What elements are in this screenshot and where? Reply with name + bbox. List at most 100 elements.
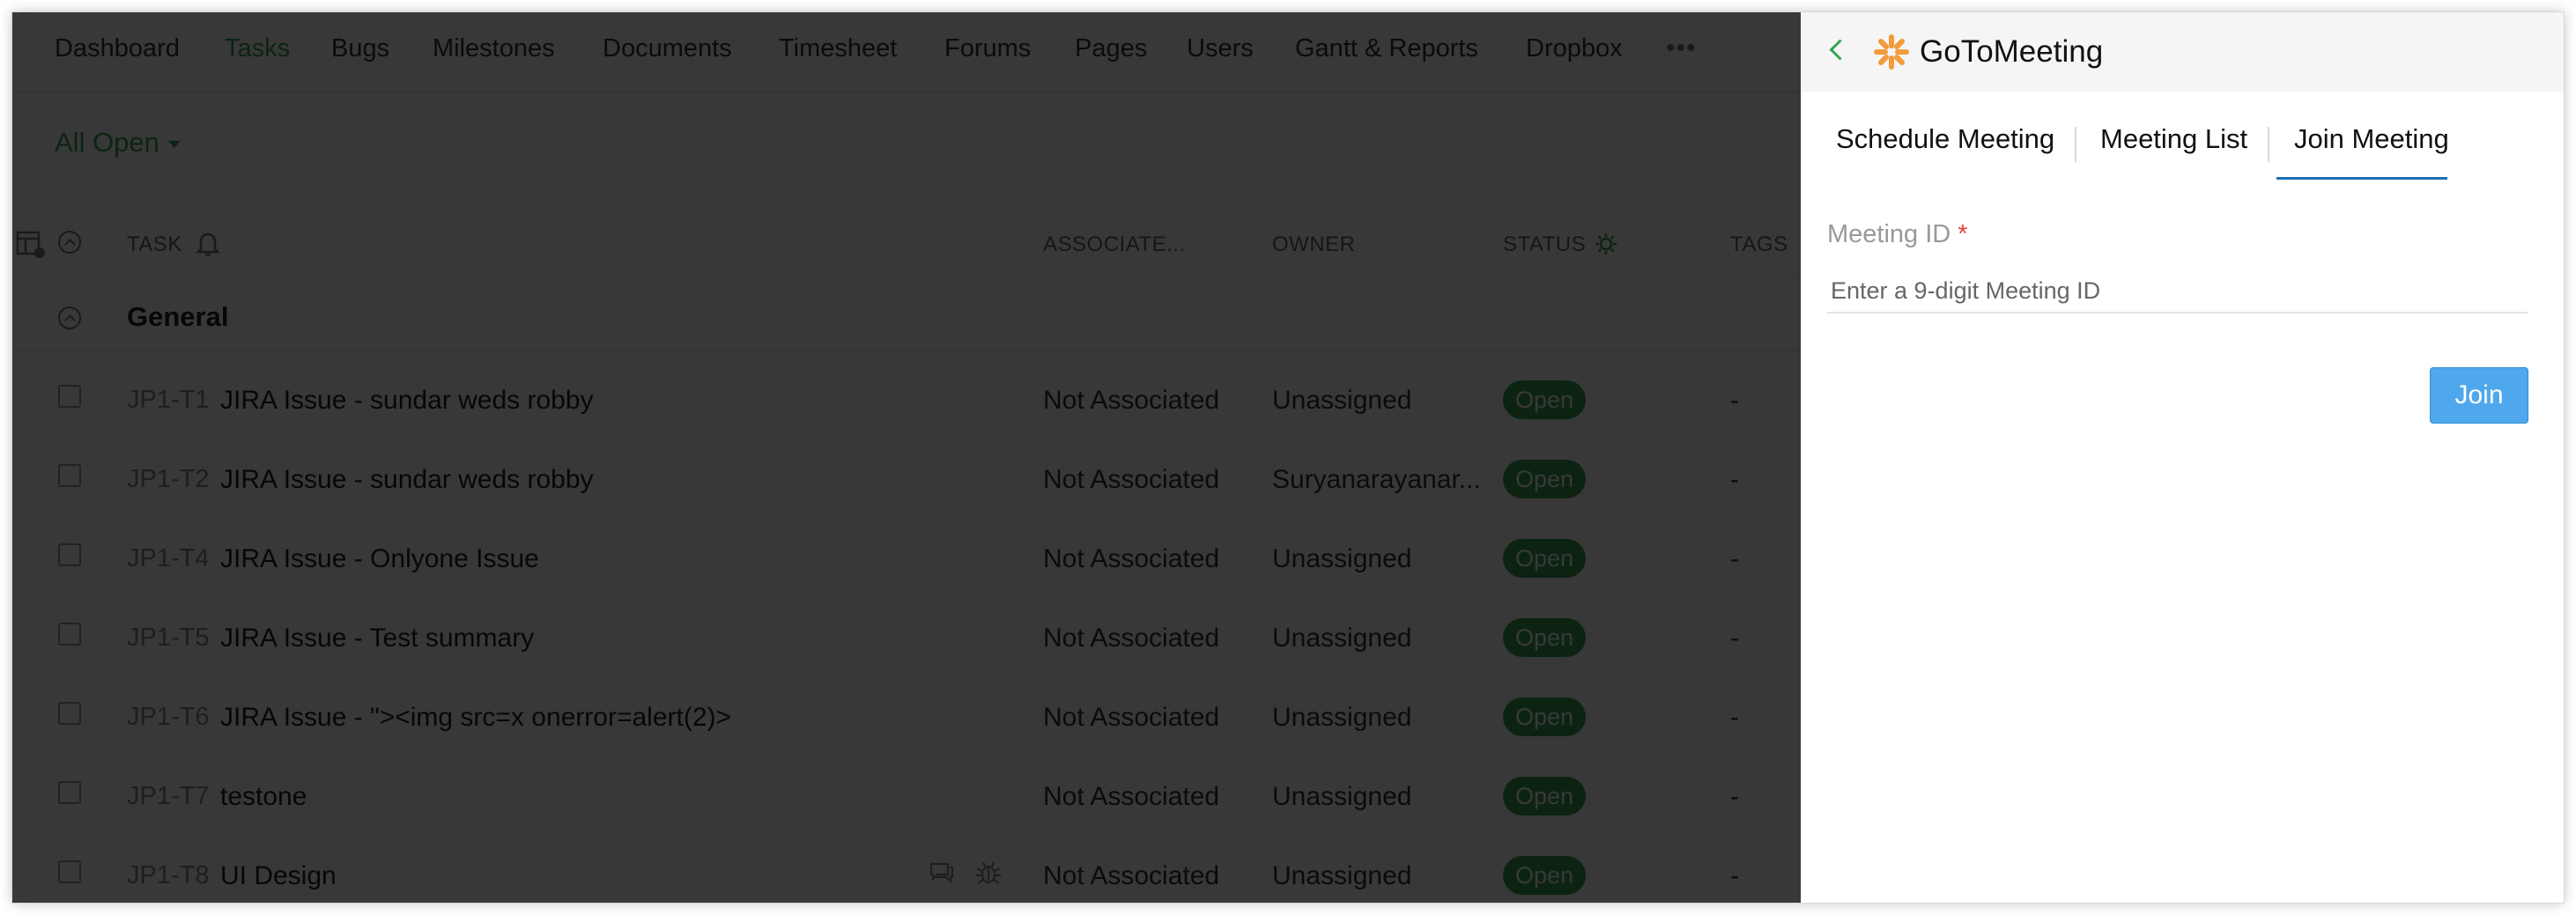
task-name[interactable]: JIRA Issue - "><img src=x onerror=alert(… xyxy=(220,703,731,733)
status-badge[interactable]: Open xyxy=(1503,539,1587,578)
collapse-group-icon[interactable] xyxy=(58,306,81,329)
table-row[interactable]: JP1-T4 JIRA Issue - Onlyone Issue Not As… xyxy=(12,517,1801,597)
task-owner[interactable]: Unassigned xyxy=(1272,703,1411,733)
top-navigation: Dashboard Tasks Bugs Milestones Document… xyxy=(12,12,1801,92)
row-checkbox[interactable] xyxy=(58,860,81,883)
meeting-id-input[interactable] xyxy=(1827,269,2528,314)
status-settings-icon[interactable] xyxy=(1595,232,1617,255)
task-tags: - xyxy=(1730,782,1739,811)
back-icon[interactable] xyxy=(1829,39,1851,61)
group-title: General xyxy=(127,301,229,332)
row-checkbox[interactable] xyxy=(58,702,81,725)
task-tags: - xyxy=(1730,861,1739,890)
task-owner[interactable]: Suryanarayanar... xyxy=(1272,465,1481,495)
task-name[interactable]: testone xyxy=(220,782,307,812)
column-owner[interactable]: OWNER xyxy=(1272,232,1356,257)
meeting-tabs: Schedule Meeting Meeting List Join Meeti… xyxy=(1801,100,2564,185)
table-row[interactable]: JP1-T6 JIRA Issue - "><img src=x onerror… xyxy=(12,675,1801,756)
task-id[interactable]: JP1-T2 xyxy=(127,465,209,494)
status-badge[interactable]: Open xyxy=(1503,380,1587,419)
meeting-id-label: Meeting ID * xyxy=(1827,220,1968,249)
task-name[interactable]: JIRA Issue - Onlyone Issue xyxy=(220,544,539,574)
panel-title: GoToMeeting xyxy=(1920,34,2104,69)
status-badge[interactable]: Open xyxy=(1503,777,1587,815)
task-owner[interactable]: Unassigned xyxy=(1272,782,1411,812)
status-badge[interactable]: Open xyxy=(1503,618,1587,657)
task-id[interactable]: JP1-T8 xyxy=(127,861,209,890)
row-checkbox[interactable] xyxy=(58,385,81,408)
task-id[interactable]: JP1-T4 xyxy=(127,544,209,573)
collapse-all-icon[interactable] xyxy=(58,231,81,254)
tab-meeting-list[interactable]: Meeting List xyxy=(2100,123,2247,155)
task-id[interactable]: JP1-T6 xyxy=(127,703,209,732)
task-id[interactable]: JP1-T5 xyxy=(127,624,209,653)
nav-dropbox[interactable]: Dropbox xyxy=(1526,34,1623,63)
bug-icon[interactable] xyxy=(974,859,1003,887)
task-name[interactable]: JIRA Issue - sundar weds robby xyxy=(220,386,594,416)
task-associated: Not Associated xyxy=(1043,624,1220,653)
table-row[interactable]: JP1-T1 JIRA Issue - sundar weds robby No… xyxy=(12,358,1801,439)
task-associated: Not Associated xyxy=(1043,861,1220,890)
table-row[interactable]: JP1-T8 UI Design Not Associated Unassign… xyxy=(12,834,1801,903)
task-associated: Not Associated xyxy=(1043,544,1220,573)
app-window: Dashboard Tasks Bugs Milestones Document… xyxy=(12,12,2564,903)
task-associated: Not Associated xyxy=(1043,386,1220,415)
task-owner[interactable]: Unassigned xyxy=(1272,386,1411,416)
task-owner[interactable]: Unassigned xyxy=(1272,624,1411,653)
tab-divider xyxy=(2268,127,2269,162)
table-row[interactable]: JP1-T7 testone Not Associated Unassigned… xyxy=(12,755,1801,835)
nav-tasks[interactable]: Tasks xyxy=(225,34,290,63)
join-button[interactable]: Join xyxy=(2430,367,2528,424)
task-tags: - xyxy=(1730,703,1739,732)
nav-users[interactable]: Users xyxy=(1187,34,1254,63)
row-checkbox[interactable] xyxy=(58,623,81,646)
reminder-bell-icon[interactable] xyxy=(196,231,220,257)
nav-dashboard[interactable]: Dashboard xyxy=(55,34,180,63)
tab-join-meeting[interactable]: Join Meeting xyxy=(2294,123,2449,155)
table-settings-icon[interactable] xyxy=(16,229,46,259)
more-menu-icon[interactable]: ••• xyxy=(1666,33,1697,63)
tab-divider xyxy=(2075,127,2076,162)
table-row[interactable]: JP1-T2 JIRA Issue - sundar weds robby No… xyxy=(12,438,1801,518)
table-row[interactable]: JP1-T5 JIRA Issue - Test summary Not Ass… xyxy=(12,596,1801,676)
nav-documents[interactable]: Documents xyxy=(603,34,732,63)
status-badge[interactable]: Open xyxy=(1503,697,1587,736)
task-tags: - xyxy=(1730,544,1739,573)
tab-schedule-meeting[interactable]: Schedule Meeting xyxy=(1836,123,2054,155)
nav-timesheet[interactable]: Timesheet xyxy=(779,34,897,63)
panel-header: GoToMeeting xyxy=(1801,12,2564,92)
project-tasks-view: Dashboard Tasks Bugs Milestones Document… xyxy=(12,12,1801,903)
nav-gantt-reports[interactable]: Gantt & Reports xyxy=(1295,34,1478,63)
column-task[interactable]: TASK xyxy=(127,232,182,257)
nav-bugs[interactable]: Bugs xyxy=(331,34,389,63)
view-filter-label: All Open xyxy=(55,127,159,158)
status-badge[interactable]: Open xyxy=(1503,460,1587,498)
row-checkbox[interactable] xyxy=(58,543,81,566)
view-filter-dropdown[interactable]: All Open xyxy=(55,127,181,159)
task-id[interactable]: JP1-T1 xyxy=(127,386,209,415)
task-associated: Not Associated xyxy=(1043,703,1220,732)
task-owner[interactable]: Unassigned xyxy=(1272,544,1411,574)
gotomeeting-logo-icon xyxy=(1874,34,1909,70)
comment-icon[interactable] xyxy=(929,860,955,885)
task-name[interactable]: JIRA Issue - Test summary xyxy=(220,624,534,653)
task-name[interactable]: UI Design xyxy=(220,861,337,891)
column-tags[interactable]: TAGS xyxy=(1730,232,1788,257)
column-associated[interactable]: ASSOCIATE... xyxy=(1043,232,1186,257)
gotomeeting-panel: GoToMeeting Schedule Meeting Meeting Lis… xyxy=(1801,12,2564,903)
row-checkbox[interactable] xyxy=(58,781,81,804)
nav-pages[interactable]: Pages xyxy=(1075,34,1147,63)
task-id[interactable]: JP1-T7 xyxy=(127,782,209,811)
task-owner[interactable]: Unassigned xyxy=(1272,861,1411,891)
task-name[interactable]: JIRA Issue - sundar weds robby xyxy=(220,465,594,495)
status-badge[interactable]: Open xyxy=(1503,856,1587,895)
row-checkbox[interactable] xyxy=(58,464,81,487)
task-associated: Not Associated xyxy=(1043,465,1220,494)
required-mark: * xyxy=(1958,220,1968,248)
nav-milestones[interactable]: Milestones xyxy=(433,34,555,63)
nav-forums[interactable]: Forums xyxy=(944,34,1031,63)
table-header: TASK ASSOCIATE... OWNER STATUS TAGS xyxy=(12,213,1801,276)
active-tab-indicator xyxy=(2276,177,2447,180)
column-status[interactable]: STATUS xyxy=(1503,232,1586,257)
meeting-id-label-text: Meeting ID xyxy=(1827,220,1951,248)
